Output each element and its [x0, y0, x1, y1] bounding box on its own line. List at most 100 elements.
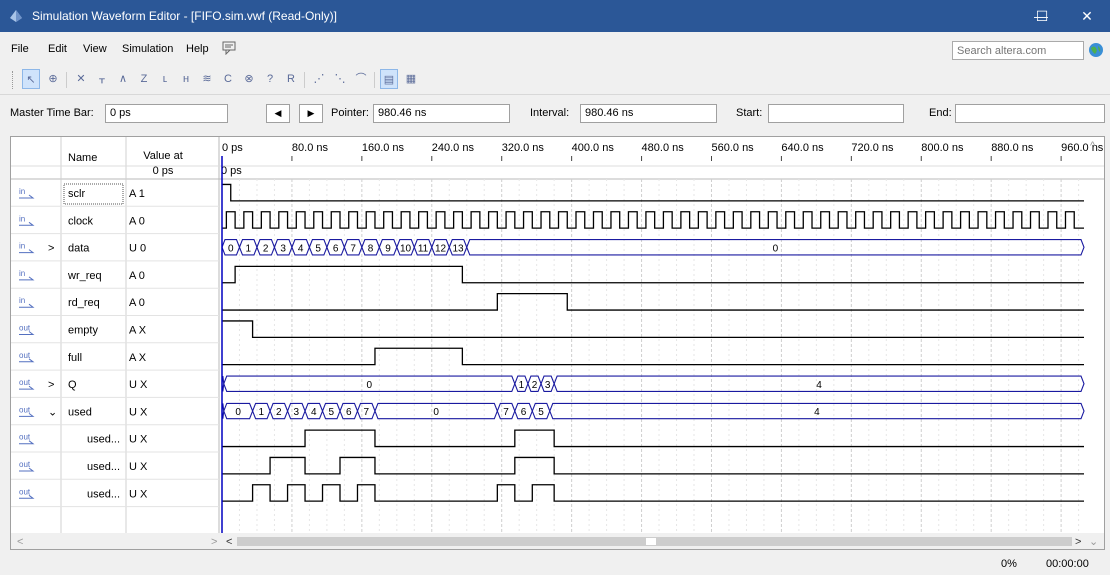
- bus-value-label: 9: [385, 243, 391, 254]
- bus-value-label: 2: [263, 243, 269, 254]
- menu-bar: File Edit View Simulation Help: [0, 32, 1110, 64]
- group-icon[interactable]: ⋱: [331, 69, 349, 89]
- menu-file[interactable]: File: [11, 43, 29, 55]
- waveform-q[interactable]: 0 123 4: [221, 375, 1085, 392]
- waveform-sclr[interactable]: [222, 183, 1084, 202]
- end-field[interactable]: [955, 104, 1105, 123]
- waveform-used-bit0[interactable]: [222, 484, 1084, 502]
- start-field[interactable]: [768, 104, 904, 123]
- time-tick-label: 240.0 ns: [432, 142, 475, 154]
- pin-label: in: [19, 296, 25, 305]
- overwrite-value-icon[interactable]: R: [282, 69, 300, 89]
- close-button[interactable]: ✕: [1064, 0, 1110, 32]
- scroll-left-icon: <: [17, 536, 23, 548]
- scroll-up-icon: ^: [1090, 140, 1096, 152]
- zoom-tool-icon[interactable]: ⊕: [44, 69, 62, 89]
- bus-value-label: 3: [294, 407, 300, 418]
- force-hiz-icon[interactable]: Z: [135, 69, 153, 89]
- waveform-data[interactable]: 0 1 2 3 4 5 6 7 8 9 10 11 12 13 0: [221, 239, 1085, 256]
- bus-display-icon[interactable]: ▤: [380, 69, 398, 89]
- bus-value-label: 11: [418, 243, 429, 254]
- scroll-wave-right-icon: >: [1075, 536, 1081, 548]
- menu-edit[interactable]: Edit: [48, 43, 67, 55]
- pin-label: out: [19, 405, 31, 414]
- signal-name-9: used...: [87, 434, 120, 446]
- collapse-chevron-icon: ⌄: [48, 406, 57, 418]
- signal-name-10: used...: [87, 461, 120, 473]
- force-high-icon[interactable]: ∧: [114, 69, 132, 89]
- time-tick-label: 320.0 ns: [502, 142, 545, 154]
- pin-label: in: [19, 269, 25, 278]
- waveform-used-bit2[interactable]: [222, 429, 1084, 448]
- output-pin-icon: out: [19, 460, 35, 472]
- waveform-full[interactable]: [222, 347, 1084, 366]
- grid-lines: [221, 179, 1080, 533]
- bus-value-label: 5: [328, 407, 334, 418]
- waveform-canvas[interactable]: Name Value at 0 ps 0 ps 80.0 ns 160.0 ns 240.0…: [11, 137, 1104, 549]
- invert-icon[interactable]: ≋: [198, 69, 216, 89]
- value-column-header-time: 0 ps: [153, 165, 174, 177]
- input-pin-icon: in: [19, 269, 35, 281]
- force-unknown-icon[interactable]: ✕: [72, 69, 90, 89]
- bus-value-label: 0: [433, 407, 439, 418]
- waveform-used[interactable]: 0123456707654: [221, 402, 1085, 420]
- force-low-icon[interactable]: ᚁ: [93, 69, 111, 89]
- random-values-icon[interactable]: ?: [261, 69, 279, 89]
- bus-value-label: 12: [435, 243, 447, 254]
- bus-value-label: 8: [368, 243, 374, 254]
- bus-value-label: 6: [521, 407, 527, 418]
- search-input[interactable]: [952, 41, 1084, 60]
- bus-value-label: 0: [235, 407, 241, 418]
- waveform-used-bit1[interactable]: [222, 456, 1084, 475]
- signal-value-11: U X: [129, 488, 148, 500]
- comment-icon[interactable]: [222, 41, 236, 55]
- reverse-group-icon[interactable]: ⌒: [352, 69, 370, 89]
- snap-grid-icon[interactable]: ⋰: [310, 69, 328, 89]
- waveform-wr-req[interactable]: [222, 265, 1084, 284]
- waveform-clock[interactable]: [222, 211, 1084, 229]
- force-weak-low-icon[interactable]: ʟ: [156, 69, 174, 89]
- interval-field[interactable]: 980.46 ns: [580, 104, 717, 123]
- bus-value-label: 0: [367, 380, 373, 391]
- count-value-icon[interactable]: C: [219, 69, 237, 89]
- menu-simulation[interactable]: Simulation: [122, 43, 173, 55]
- bus-value-label: 1: [259, 407, 265, 418]
- end-label: End:: [929, 107, 952, 119]
- previous-transition-button[interactable]: ◀: [266, 104, 290, 123]
- maximize-button[interactable]: ☐: [1020, 0, 1064, 32]
- input-pin-icon: in: [19, 242, 35, 254]
- pointer-label: Pointer:: [331, 107, 369, 119]
- master-time-bar-field[interactable]: 0 ps: [105, 104, 228, 123]
- next-transition-button[interactable]: ▶: [299, 104, 323, 123]
- select-tool-icon[interactable]: ↖: [22, 69, 40, 89]
- time-tick-label: 0 ps: [222, 142, 243, 154]
- scroll-down-icon: ⌄: [1089, 536, 1098, 548]
- signal-value-10: U X: [129, 461, 148, 473]
- waveform-empty[interactable]: [222, 320, 1084, 338]
- pointer-field[interactable]: 980.46 ns: [373, 104, 510, 123]
- overwrite-clock-icon[interactable]: ⊗: [240, 69, 258, 89]
- time-tick-label: 640.0 ns: [781, 142, 824, 154]
- bus-value-label: 1: [245, 243, 251, 254]
- signal-value-3: A 0: [129, 270, 145, 282]
- signal-name-1: clock: [68, 215, 94, 227]
- signal-value-5: A X: [129, 325, 147, 337]
- grid-settings-icon[interactable]: ▦: [402, 69, 420, 89]
- signal-value-7: U X: [129, 379, 148, 391]
- menu-help[interactable]: Help: [186, 43, 209, 55]
- toolbar: ↖ ⊕ ✕ ᚁ ∧ Z ʟ ʜ ≋ C ⊗ ? R ⋰ ⋱ ⌒ ▤ ▦: [0, 64, 1110, 94]
- bus-value-label: 10: [400, 243, 412, 254]
- signal-name-2: data: [68, 243, 90, 255]
- waveform-rd-req[interactable]: [222, 293, 1084, 311]
- expand-chevron-icon: >: [48, 243, 54, 255]
- globe-icon[interactable]: [1088, 42, 1104, 58]
- bus-value-label: 4: [816, 380, 822, 391]
- output-pin-icon: out: [19, 405, 35, 417]
- title-bar: Simulation Waveform Editor - [FIFO.sim.v…: [0, 0, 1110, 32]
- time-tick-label: 720.0 ns: [851, 142, 894, 154]
- signal-value-4: A 0: [129, 297, 145, 309]
- expand-chevron-icon: >: [48, 379, 54, 391]
- signal-value-6: A X: [129, 352, 147, 364]
- force-weak-high-icon[interactable]: ʜ: [177, 69, 195, 89]
- menu-view[interactable]: View: [83, 43, 107, 55]
